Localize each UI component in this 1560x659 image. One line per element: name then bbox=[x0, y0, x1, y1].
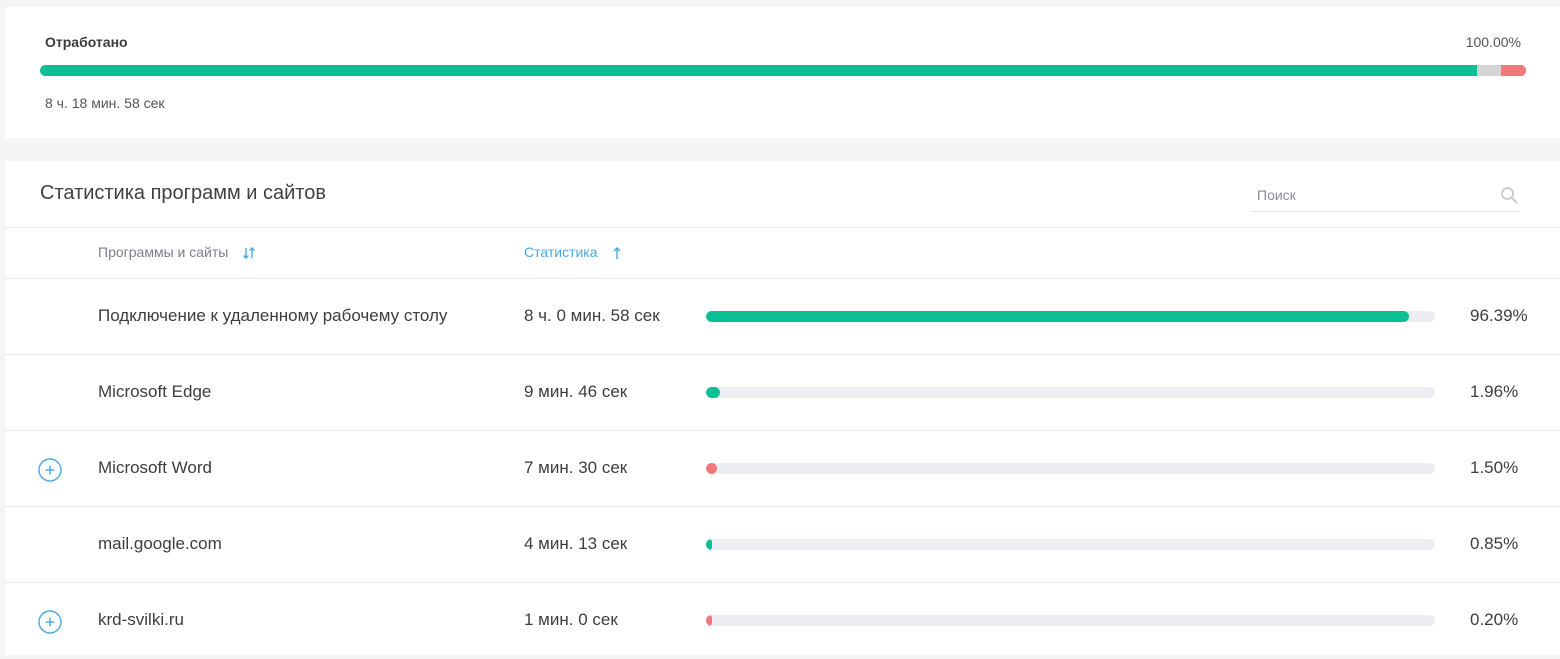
app-time: 7 мин. 30 сек bbox=[524, 458, 628, 477]
worked-progress-bar bbox=[40, 65, 1526, 76]
app-name: Подключение к удаленному рабочему столу bbox=[98, 306, 448, 325]
app-name: Microsoft Word bbox=[98, 458, 212, 477]
expand-plus-icon[interactable] bbox=[38, 458, 62, 482]
app-percent: 96.39% bbox=[1470, 306, 1528, 325]
usage-bar bbox=[706, 311, 1435, 322]
search-input[interactable] bbox=[1250, 179, 1489, 211]
usage-bar-fill bbox=[706, 539, 713, 550]
app-stats-card: Статистика программ и сайтов Программы и… bbox=[5, 161, 1560, 655]
usage-bar-fill bbox=[706, 463, 717, 474]
app-time: 1 мин. 0 сек bbox=[524, 610, 618, 629]
worked-time: 8 ч. 18 мин. 58 сек bbox=[45, 95, 165, 111]
app-name: Microsoft Edge bbox=[98, 382, 212, 401]
app-time: 9 мин. 46 сек bbox=[524, 382, 628, 401]
column-header-programs[interactable]: Программы и сайты bbox=[98, 244, 256, 260]
worked-bar-segment bbox=[40, 65, 1477, 76]
app-percent: 1.50% bbox=[1470, 458, 1519, 477]
app-name: krd-svilki.ru bbox=[98, 610, 184, 629]
worked-summary-card: Отработано 100.00% 8 ч. 18 мин. 58 сек bbox=[5, 7, 1560, 138]
stats-title: Статистика программ и сайтов bbox=[40, 182, 326, 204]
column-header-statistics[interactable]: Статистика bbox=[524, 244, 623, 260]
table-row[interactable]: Microsoft Word 7 мин. 30 сек 1.50% bbox=[5, 431, 1560, 507]
worked-bar-segment bbox=[1476, 65, 1501, 76]
sort-both-icon bbox=[243, 247, 256, 260]
app-name: mail.google.com bbox=[98, 534, 222, 553]
worked-bar-segment bbox=[1500, 65, 1526, 76]
usage-bar-fill bbox=[706, 387, 721, 398]
search-icon[interactable] bbox=[1500, 186, 1518, 204]
worked-label: Отработано bbox=[45, 34, 128, 50]
app-time: 4 мин. 13 сек bbox=[524, 534, 628, 553]
app-percent: 0.85% bbox=[1470, 534, 1519, 553]
table-row[interactable]: krd-svilki.ru 1 мин. 0 сек 0.20% bbox=[5, 583, 1560, 659]
search-box bbox=[1250, 179, 1520, 212]
table-row[interactable]: mail.google.com 4 мин. 13 сек 0.85% bbox=[5, 507, 1560, 583]
usage-bar bbox=[706, 387, 1435, 398]
usage-bar-fill bbox=[706, 615, 712, 626]
usage-bar bbox=[706, 615, 1435, 626]
header-divider bbox=[5, 227, 1560, 228]
usage-bar bbox=[706, 539, 1435, 550]
table-row[interactable]: Подключение к удаленному рабочему столу 8… bbox=[5, 279, 1560, 355]
app-percent: 0.20% bbox=[1470, 610, 1519, 629]
expand-plus-icon[interactable] bbox=[38, 610, 62, 634]
worked-percent: 100.00% bbox=[1465, 34, 1521, 50]
table-row[interactable]: Microsoft Edge 9 мин. 46 сек 1.96% bbox=[5, 355, 1560, 431]
usage-bar bbox=[706, 463, 1435, 474]
column-header-statistics-label: Статистика bbox=[524, 244, 598, 260]
column-header-programs-label: Программы и сайты bbox=[98, 244, 229, 260]
usage-bar-fill bbox=[706, 311, 1409, 322]
app-percent: 1.96% bbox=[1470, 382, 1519, 401]
app-time: 8 ч. 0 мин. 58 сек bbox=[524, 306, 660, 325]
sort-up-icon bbox=[613, 247, 621, 260]
